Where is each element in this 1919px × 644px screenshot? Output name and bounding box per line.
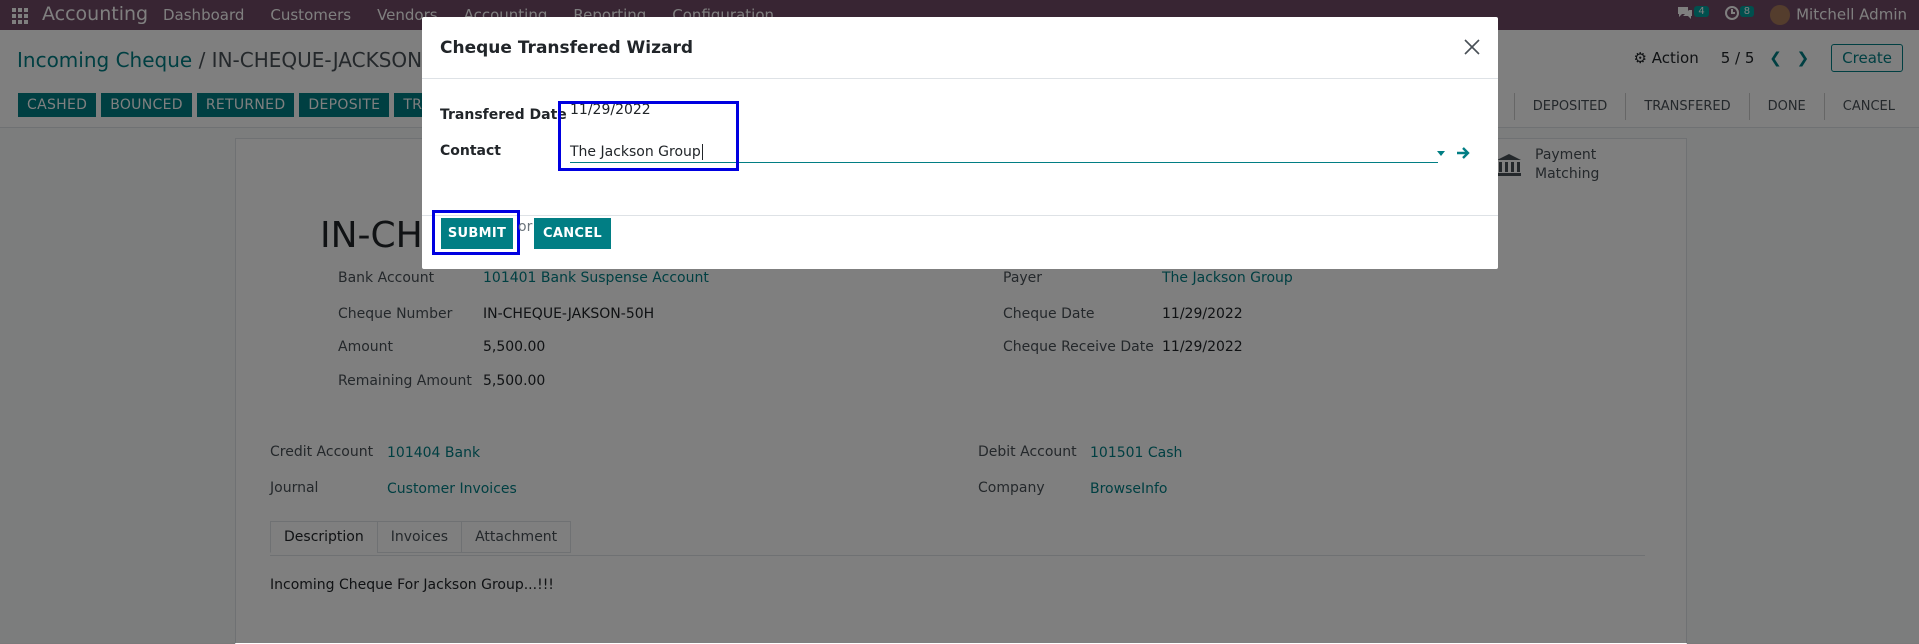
modal-title: Cheque Transfered Wizard	[440, 38, 694, 58]
transfered-date-label: Transfered Date	[440, 107, 567, 123]
close-icon[interactable]	[1462, 37, 1482, 57]
fields-highlight-box	[558, 101, 739, 171]
chevron-down-icon[interactable]	[1437, 151, 1445, 156]
or-separator: or	[518, 219, 533, 235]
contact-label: Contact	[440, 143, 501, 159]
cancel-button[interactable]: CANCEL	[534, 218, 611, 249]
arrow-right-icon[interactable]	[1455, 145, 1471, 161]
submit-highlight-box	[432, 210, 520, 255]
modal-footer-divider	[422, 215, 1498, 216]
modal-header: Cheque Transfered Wizard	[422, 17, 1498, 79]
